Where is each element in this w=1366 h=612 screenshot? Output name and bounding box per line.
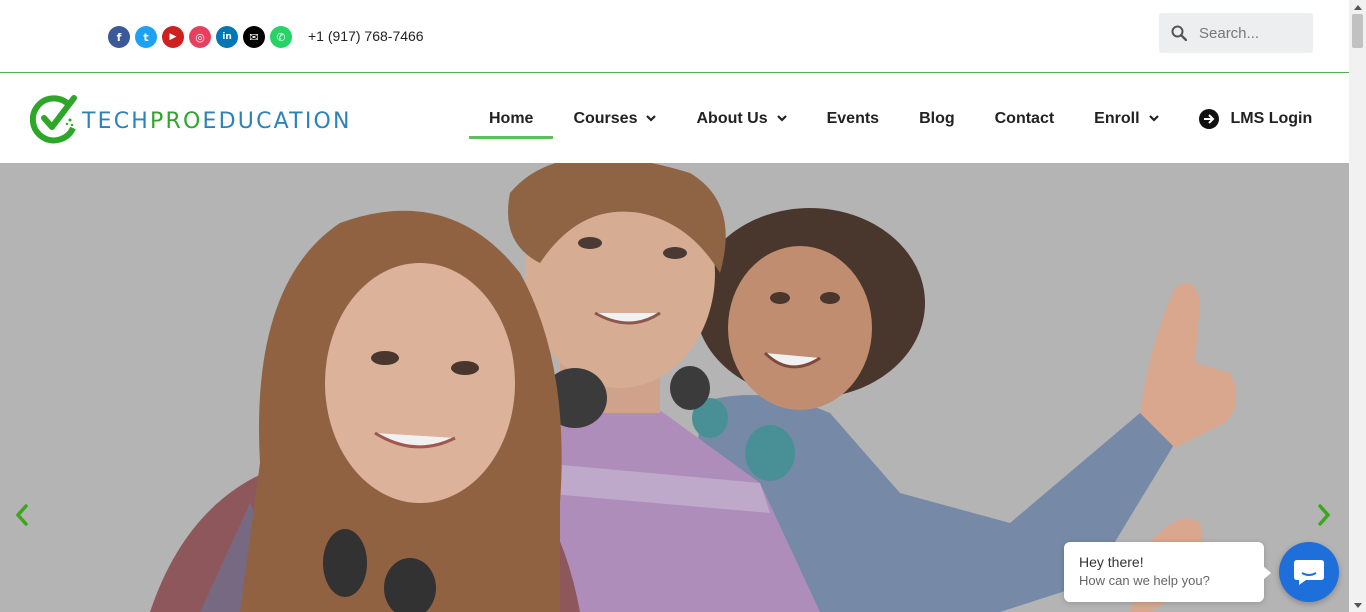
scroll-up-arrow-icon[interactable] [1349,0,1366,14]
chat-open-button[interactable] [1279,542,1339,602]
instagram-glyph: ◎ [195,30,205,44]
chevron-down-icon [646,115,657,122]
chat-icon [1294,560,1324,585]
whatsapp-glyph: ✆ [276,30,286,44]
nav-item-about-us[interactable]: About Us [676,74,806,163]
youtube-glyph: ▶ [169,32,177,42]
main-navbar: TECHPROEDUCATION Home Courses About Us E… [0,74,1349,163]
nav-label-courses: Courses [573,109,638,127]
linkedin-icon[interactable]: in [216,26,238,48]
logo-text-tech: TECH [82,108,151,134]
lms-login-label: LMS Login [1230,109,1313,127]
search-icon[interactable] [1159,25,1199,41]
scroll-down-arrow-icon[interactable] [1349,598,1366,612]
top-bar: f t ▶ ◎ in ✉ ✆ +1 (917) 768-7466 [0,0,1349,73]
nav-label-home: Home [489,109,534,127]
social-links: f t ▶ ◎ in ✉ ✆ [108,26,292,48]
nav-label-enroll: Enroll [1094,109,1140,127]
search-box [1159,13,1313,53]
facebook-glyph: f [116,30,122,44]
logo-text-pro: PRO [150,108,203,134]
youtube-icon[interactable]: ▶ [162,26,184,48]
page: f t ▶ ◎ in ✉ ✆ +1 (917) 768-7466 TE [0,0,1349,612]
page-scrollbar[interactable] [1349,0,1366,612]
nav-label-contact: Contact [994,109,1055,127]
facebook-icon[interactable]: f [108,26,130,48]
slider-next-arrow-icon[interactable] [1316,503,1332,532]
linkedin-glyph: in [222,32,232,42]
scrollbar-thumb[interactable] [1352,14,1363,48]
logo-checkmark-icon [30,95,77,144]
twitter-glyph: t [143,30,149,44]
chat-prompt: How can we help you? [1079,573,1210,588]
nav-item-home[interactable]: Home [469,74,554,163]
logo-wordmark: TECHPROEDUCATION [82,109,352,134]
nav-item-blog[interactable]: Blog [899,74,975,163]
instagram-icon[interactable]: ◎ [189,26,211,48]
phone-number[interactable]: +1 (917) 768-7466 [308,28,424,44]
logo-text-education: EDUCATION [202,108,352,134]
main-menu: Home Courses About Us Events Blog Contac… [469,74,1332,163]
envelope-icon[interactable]: ✉ [243,26,265,48]
logo[interactable]: TECHPROEDUCATION [30,94,352,144]
nav-label-blog: Blog [919,109,955,127]
nav-item-contact[interactable]: Contact [975,74,1075,163]
nav-label-events: Events [826,109,880,127]
search-input[interactable] [1199,24,1307,42]
chevron-down-icon [1148,115,1159,122]
chat-greeting: Hey there! [1079,554,1144,570]
twitter-icon[interactable]: t [135,26,157,48]
nav-label-about-us: About Us [696,109,768,127]
nav-item-events[interactable]: Events [807,74,899,163]
chevron-down-icon [776,115,787,122]
envelope-glyph: ✉ [249,30,259,44]
nav-item-enroll[interactable]: Enroll [1074,74,1178,163]
arrow-circle-right-icon [1198,108,1219,129]
chat-greeting-bubble[interactable]: Hey there! How can we help you? [1064,542,1271,602]
slider-prev-arrow-icon[interactable] [14,503,30,532]
whatsapp-icon[interactable]: ✆ [270,26,292,48]
nav-item-courses[interactable]: Courses [553,74,676,163]
lms-login-button[interactable]: LMS Login [1179,74,1333,163]
